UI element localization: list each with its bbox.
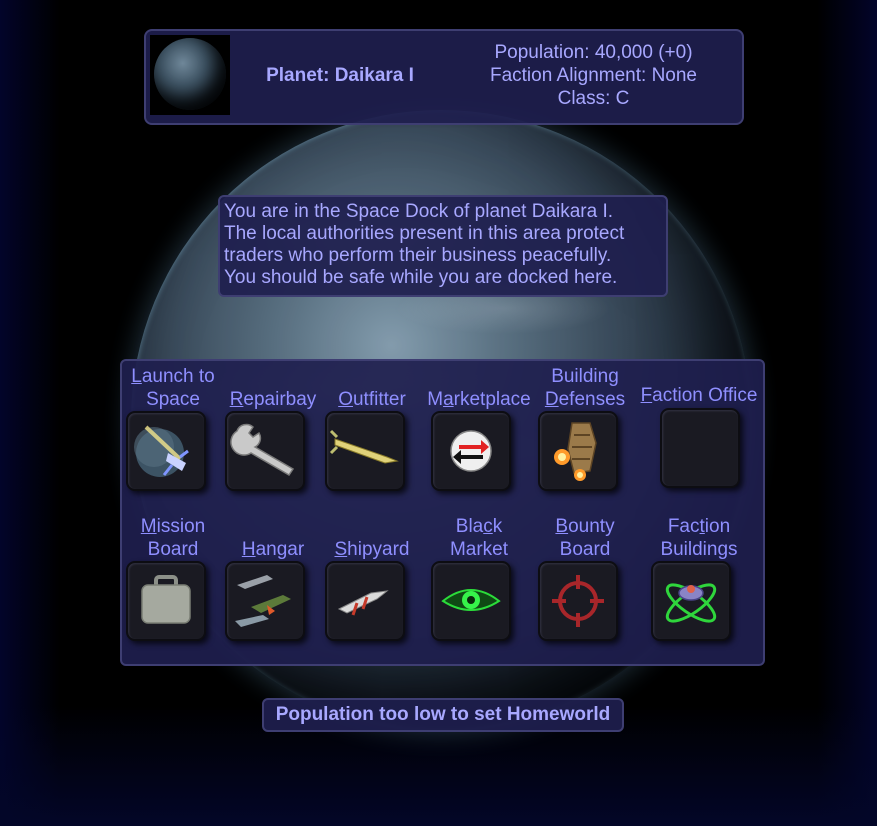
faction-office-button[interactable] bbox=[660, 408, 740, 488]
building-defenses-label-line2[interactable]: Defenses bbox=[538, 388, 632, 411]
bounty-board-label-line1[interactable]: Bounty bbox=[538, 515, 632, 538]
building-defenses-button[interactable] bbox=[538, 411, 618, 491]
menu-black-market[interactable]: Black Market bbox=[436, 515, 522, 561]
black-market-label-line1[interactable]: Black bbox=[436, 515, 522, 538]
planet-thumbnail bbox=[150, 35, 230, 115]
mission-board-label-line1[interactable]: Mission bbox=[126, 515, 220, 538]
shipyard-ship-icon bbox=[337, 590, 389, 616]
planet-thumbnail-orb bbox=[154, 38, 226, 110]
shipyard-label[interactable]: Shipyard bbox=[326, 538, 418, 561]
message-line: The local authorities present in this ar… bbox=[224, 223, 625, 244]
planet-class-text: Class: C bbox=[557, 88, 630, 109]
faction-buildings-label-line2[interactable]: Buildings bbox=[646, 538, 752, 561]
trade-arrows-icon bbox=[450, 430, 492, 472]
crosshair-icon bbox=[552, 575, 604, 627]
message-line: You are in the Space Dock of planet Daik… bbox=[224, 201, 614, 222]
menu-faction-office[interactable]: Faction Office bbox=[636, 384, 762, 407]
ships-icon bbox=[235, 575, 291, 627]
black-market-label-line2[interactable]: Market bbox=[436, 538, 522, 561]
menu-launch-to-space[interactable]: Launch to Space bbox=[120, 365, 226, 411]
space-dock-message: You are in the Space Dock of planet Daik… bbox=[224, 201, 662, 289]
launch-label-line2[interactable]: Space bbox=[120, 388, 226, 411]
menu-hangar[interactable]: Hangar bbox=[228, 538, 318, 561]
bounty-board-button[interactable] bbox=[538, 561, 618, 641]
launch-to-space-button[interactable] bbox=[126, 411, 206, 491]
launch-ship-icon bbox=[134, 425, 189, 477]
missile-icon bbox=[329, 429, 399, 464]
faction-office-label[interactable]: Faction Office bbox=[636, 384, 762, 407]
message-line: traders who perform their business peace… bbox=[224, 245, 612, 266]
message-line: You should be safe while you are docked … bbox=[224, 267, 618, 288]
faction-alignment-text: Faction Alignment: None bbox=[489, 65, 697, 86]
repairbay-button[interactable] bbox=[225, 411, 305, 491]
shipyard-button[interactable] bbox=[325, 561, 405, 641]
launch-label[interactable]: Launch to bbox=[120, 365, 226, 388]
hangar-button[interactable] bbox=[225, 561, 305, 641]
outfitter-label[interactable]: Outfitter bbox=[330, 388, 414, 411]
menu-outfitter[interactable]: Outfitter bbox=[330, 388, 414, 411]
building-defenses-label-line1[interactable]: Building bbox=[538, 365, 632, 388]
faction-buildings-button[interactable] bbox=[651, 561, 731, 641]
hangar-label[interactable]: Hangar bbox=[228, 538, 318, 561]
atom-station-icon bbox=[665, 583, 717, 623]
planet-stats: Population: 40,000 (+0) Faction Alignmen… bbox=[466, 41, 721, 110]
menu-bounty-board[interactable]: Bounty Board bbox=[538, 515, 632, 561]
planet-name: Planet: Daikara I bbox=[266, 65, 414, 86]
wrench-icon bbox=[230, 423, 295, 477]
repairbay-label[interactable]: Repairbay bbox=[222, 388, 324, 411]
menu-repairbay[interactable]: Repairbay bbox=[222, 388, 324, 411]
mission-board-label-line2[interactable]: Board bbox=[126, 538, 220, 561]
planet-header-panel: Planet: Daikara I Population: 40,000 (+0… bbox=[144, 29, 744, 125]
population-text: Population: 40,000 (+0) bbox=[494, 42, 693, 63]
defense-turret-icon bbox=[554, 422, 597, 481]
mission-board-button[interactable] bbox=[126, 561, 206, 641]
marketplace-button[interactable] bbox=[431, 411, 511, 491]
bounty-board-label-line2[interactable]: Board bbox=[538, 538, 632, 561]
menu-marketplace[interactable]: Marketplace bbox=[420, 388, 538, 411]
menu-building-defenses[interactable]: Building Defenses bbox=[538, 365, 632, 411]
marketplace-label[interactable]: Marketplace bbox=[420, 388, 538, 411]
space-dock-message-panel: You are in the Space Dock of planet Daik… bbox=[218, 195, 668, 297]
faction-buildings-label-line1[interactable]: Faction bbox=[646, 515, 752, 538]
menu-mission-board[interactable]: Mission Board bbox=[126, 515, 220, 561]
outfitter-button[interactable] bbox=[325, 411, 405, 491]
homeworld-status: Population too low to set Homeworld bbox=[262, 698, 624, 732]
menu-shipyard[interactable]: Shipyard bbox=[326, 538, 418, 561]
eye-icon bbox=[441, 589, 501, 611]
briefcase-icon bbox=[141, 575, 191, 624]
menu-faction-buildings[interactable]: Faction Buildings bbox=[646, 515, 752, 561]
black-market-button[interactable] bbox=[431, 561, 511, 641]
